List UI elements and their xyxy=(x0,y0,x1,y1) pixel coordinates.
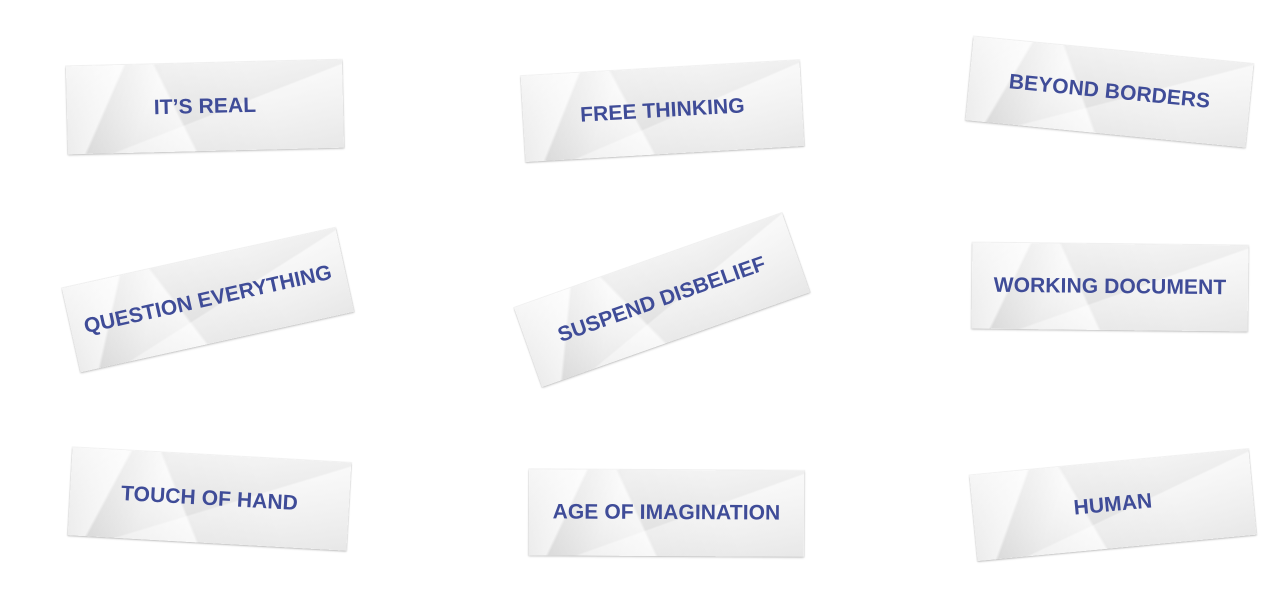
label-text: AGE OF IMAGINATION xyxy=(552,500,781,525)
paper-label-question-everything: QUESTION EVERYTHING xyxy=(62,227,354,373)
label-text: BEYOND BORDERS xyxy=(1007,70,1212,113)
label-text: QUESTION EVERYTHING xyxy=(81,260,334,339)
label-text: SUSPEND DISBELIEF xyxy=(554,252,769,347)
paper-label-beyond-borders: BEYOND BORDERS xyxy=(965,36,1254,148)
label-text: FREE THINKING xyxy=(579,94,746,127)
paper-label-working-document: WORKING DOCUMENT xyxy=(971,242,1249,332)
paper-label-suspend-disbelief: SUSPEND DISBELIEF xyxy=(514,213,810,387)
label-text: HUMAN xyxy=(1072,489,1154,520)
paper-label-its-real: IT’S REAL xyxy=(65,59,345,155)
paper-label-free-thinking: FREE THINKING xyxy=(520,60,805,162)
paper-label-age-of-imagination: AGE OF IMAGINATION xyxy=(528,469,805,557)
label-text: TOUCH OF HAND xyxy=(120,482,299,515)
label-text: WORKING DOCUMENT xyxy=(993,273,1227,300)
paper-label-human: HUMAN xyxy=(969,449,1257,561)
paper-label-touch-of-hand: TOUCH OF HAND xyxy=(67,447,352,551)
label-text: IT’S REAL xyxy=(153,93,257,120)
